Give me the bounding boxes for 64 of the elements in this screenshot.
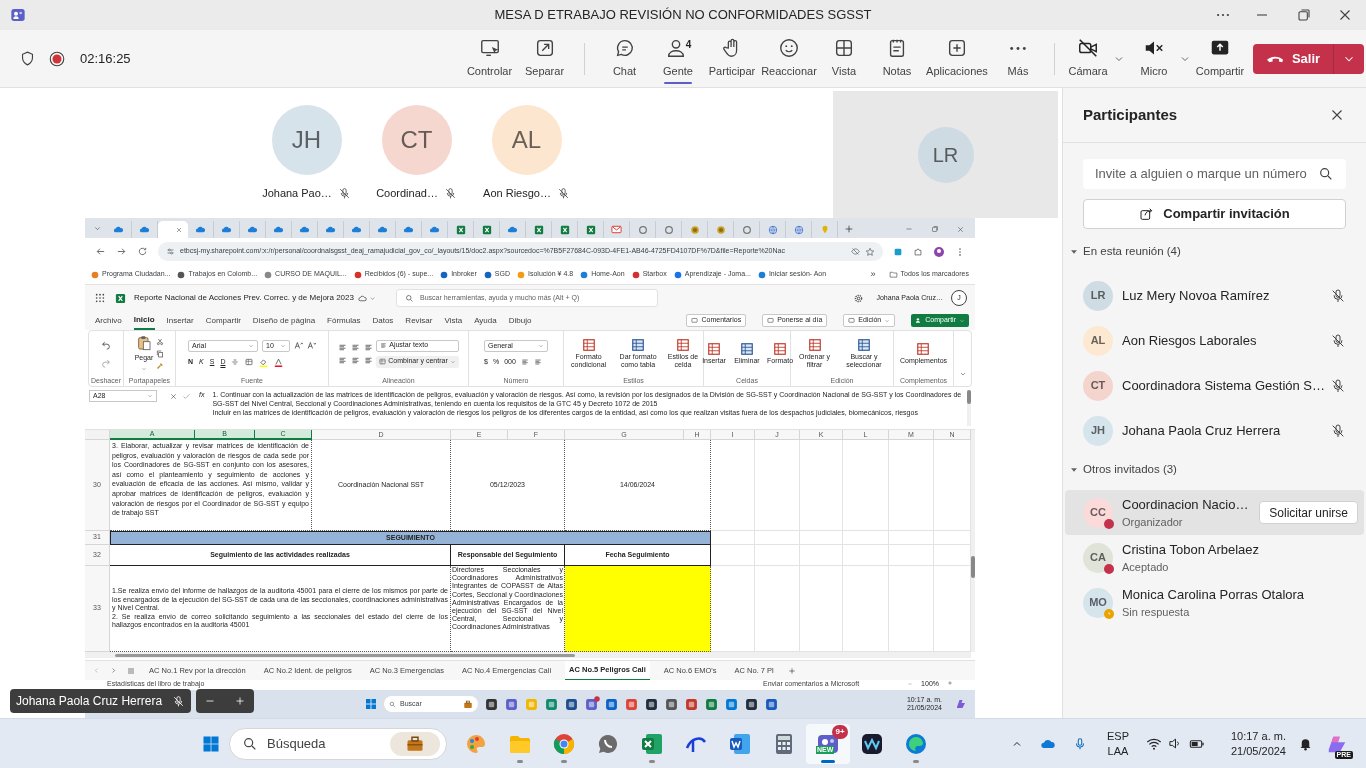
ribbon-tab[interactable]: Diseño de página	[252, 311, 316, 330]
section-toggle[interactable]: En esta reunión (4)	[1069, 243, 1366, 261]
participant-row[interactable]: CC Coordinacion Nacio… Organizador Solicitar unirse	[1065, 490, 1364, 535]
participant-name: Monica Carolina Porras Otalora	[1122, 585, 1306, 604]
toolbar-button[interactable]: Separar	[517, 33, 572, 84]
ribbon-tab[interactable]: Vista	[444, 311, 463, 330]
avatar-initials: CC	[1090, 505, 1106, 521]
share-invite-button[interactable]: Compartir invitación	[1083, 199, 1346, 229]
search-field[interactable]: Búsqueda	[229, 727, 447, 760]
avatar-initials: LR	[1090, 288, 1106, 304]
more-bookmarks-button[interactable]: »	[870, 267, 876, 282]
request-join-button[interactable]: Solicitar unirse	[1259, 501, 1358, 524]
clock-button[interactable]: 10:17 a. m. 21/05/2024	[1210, 728, 1290, 759]
search-field[interactable]: Invite a alguien o marque un número	[1083, 159, 1346, 189]
participant-status: Aceptado	[1122, 560, 1170, 575]
notification-badge: 9+	[832, 724, 848, 739]
avatar-initials: JH	[291, 125, 322, 155]
section-toggle[interactable]: Otros invitados (3)	[1069, 461, 1366, 479]
participant-name: Cristina Tobon Arbelaez	[1122, 540, 1261, 559]
participant-status: Organizador	[1122, 515, 1184, 530]
participant-status: Sin respuesta	[1122, 605, 1191, 620]
toolbar-button[interactable]: Cámara	[1063, 33, 1113, 84]
toolbar-button[interactable]: Compartir	[1195, 33, 1245, 84]
document-title: Reporte Nacional de Acciones Prev. Correc. y de Mejora 2023	[134, 292, 354, 304]
ribbon-tab[interactable]: Fórmulas	[327, 311, 361, 330]
avatar-initials: CT	[400, 125, 433, 155]
toolbar-button[interactable]: Reaccionar	[760, 33, 818, 84]
participant-name: Luz Mery Novoa Ramírez	[1122, 286, 1271, 305]
ribbon-tab[interactable]: Dibujo	[508, 311, 532, 330]
avatar-initials: AL	[1090, 333, 1106, 349]
panel-title: Participantes	[1083, 104, 1178, 125]
presenter-name: Johana Paola Cruz Herrera	[16, 693, 163, 710]
avatar-initials: AL	[511, 125, 542, 155]
participant-name: Coordinacion Nacio…	[1122, 495, 1250, 514]
ribbon-tab[interactable]: Insertar	[166, 311, 194, 330]
toolbar-button[interactable]: Chat	[597, 33, 652, 84]
leave-button[interactable]: Salir	[1253, 43, 1333, 74]
toolbar-button[interactable]: Participar	[704, 33, 760, 84]
ribbon-tab[interactable]: Datos	[372, 311, 394, 330]
toolbar-button[interactable]: Más	[990, 33, 1046, 84]
avatar-initials: CA	[1090, 550, 1106, 566]
toolbar-button[interactable]: Vista	[818, 33, 870, 84]
ribbon-tab[interactable]: Ayuda	[474, 311, 497, 330]
toolbar-button[interactable]: Micro	[1129, 33, 1179, 84]
toolbar-button[interactable]: Aplicaciones	[924, 33, 990, 84]
toolbar-button[interactable]: 4 Gente	[652, 33, 704, 84]
meeting-timer: 02:16:25	[80, 49, 131, 68]
ribbon-tab[interactable]: Archivo	[95, 311, 122, 330]
participant-name: Aon Riesgos Laborales	[1122, 331, 1258, 350]
participant-count: 4	[685, 38, 692, 53]
avatar-initials: JH	[1090, 423, 1106, 439]
ribbon-tab[interactable]: Revisar	[405, 311, 433, 330]
toolbar-button[interactable]: Notas	[870, 33, 924, 84]
window-title: MESA D ETRABAJO REVISIÓN NO CONFORMIDADES SGSST	[494, 6, 872, 25]
participant-name: Aon Riesgo…	[483, 186, 551, 201]
avatar-initials: MO	[1089, 595, 1107, 611]
language-button[interactable]: ESP LAA	[1096, 728, 1140, 759]
avatar-initials: CT	[1090, 378, 1106, 394]
participant-name: Coordinad…	[376, 186, 438, 201]
ribbon-tab[interactable]: Compartir	[205, 311, 241, 330]
participant-name: Johana Pao…	[262, 186, 332, 201]
toolbar-button[interactable]: Controlar	[462, 33, 517, 84]
avatar-initials: LR	[932, 142, 959, 168]
participant-name: Johana Paola Cruz Herrera	[1122, 421, 1282, 440]
